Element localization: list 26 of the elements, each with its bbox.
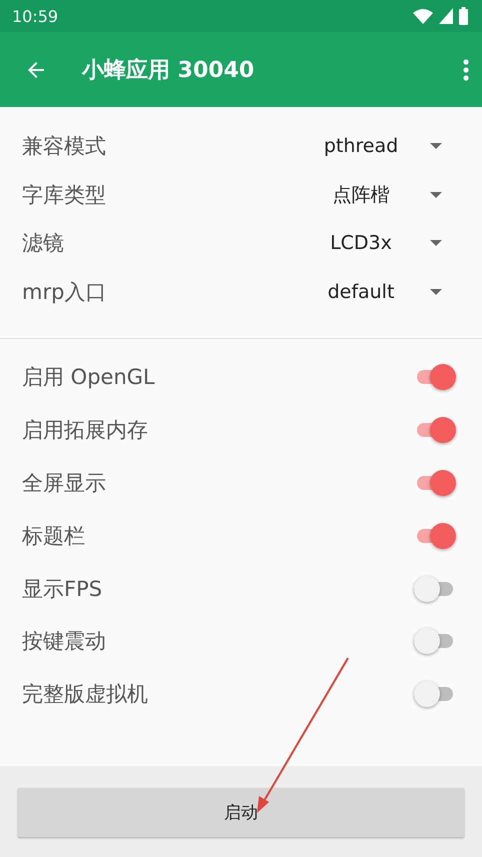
dropdown-caret-icon: [430, 143, 442, 150]
dropdown[interactable]: default: [292, 280, 442, 303]
setting-label: 完整版虚拟机: [22, 681, 149, 708]
wifi-icon: [413, 8, 433, 24]
setting-label: mrp入口: [22, 278, 108, 306]
start-button[interactable]: 启动: [18, 788, 464, 837]
setting-label: 字库类型: [22, 182, 107, 209]
status-time: 10:59: [12, 6, 58, 26]
dropdown[interactable]: 点阵楷: [292, 182, 442, 208]
dropdown-caret-icon: [430, 288, 442, 295]
dropdown[interactable]: pthread: [292, 135, 442, 158]
setting-label: 启用 OpenGL: [22, 364, 156, 392]
app-title: 小蜂应用 30040: [82, 56, 256, 84]
setting-label: 显示FPS: [22, 576, 104, 603]
setting-label: 按键震动: [22, 628, 107, 656]
setting-label: 标题栏: [22, 522, 86, 550]
dropdown[interactable]: LCD3x: [292, 232, 442, 254]
setting-label: 兼容模式: [22, 133, 107, 160]
setting-label: 滤镜: [22, 230, 65, 258]
signal-icon: [439, 8, 453, 24]
more-menu-button[interactable]: [462, 58, 470, 82]
battery-icon: [459, 7, 468, 25]
dropdown-caret-icon: [430, 240, 442, 246]
dropdown-caret-icon: [430, 192, 442, 198]
setting-label: 全屏显示: [22, 470, 107, 497]
setting-label: 启用拓展内存: [22, 417, 149, 444]
